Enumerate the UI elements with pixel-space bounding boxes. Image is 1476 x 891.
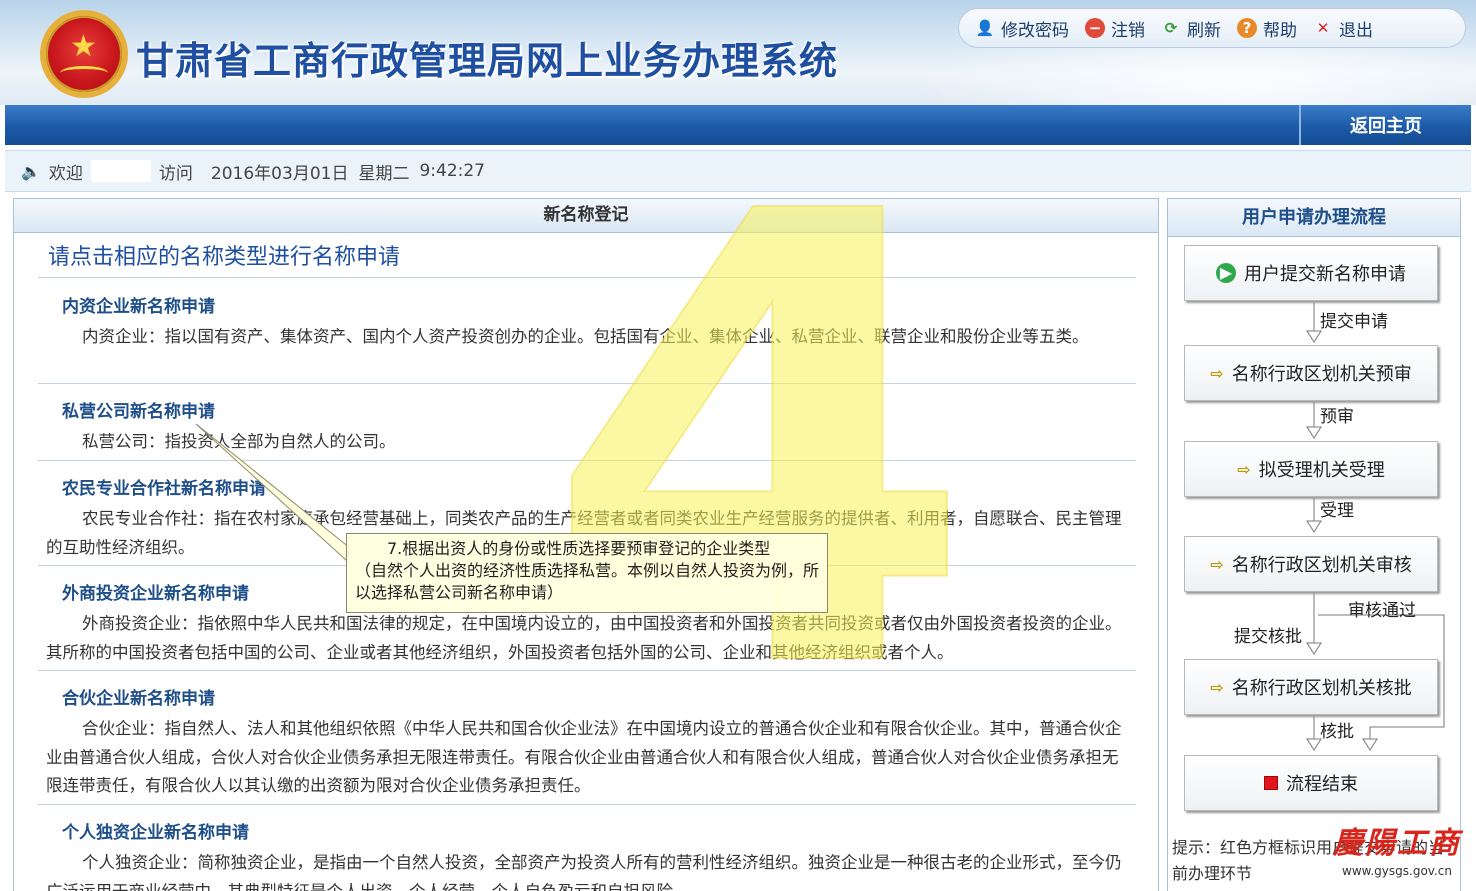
app-title: 甘肃省工商行政管理局网上业务办理系统 xyxy=(136,39,839,83)
private-company-link[interactable]: 私营公司新名称申请 xyxy=(62,397,215,422)
farmer-cooperative-link[interactable]: 农民专业合作社新名称申请 xyxy=(62,474,266,499)
home-link[interactable]: 返回主页 xyxy=(1299,105,1471,145)
logout-button[interactable]: − 注销 xyxy=(1085,16,1145,41)
change-password-button[interactable]: 👤 修改密码 xyxy=(975,16,1069,41)
app-header: ★ 甘肃省工商行政管理局网上业务办理系统 👤 修改密码 − 注销 ⟳ 刷新 ? … xyxy=(0,0,1476,105)
foreign-investment-desc: 外商投资企业：指依照中华人民共和国法律的规定，在中国境内设立的，由中国投资者和外… xyxy=(46,614,1122,662)
divider xyxy=(38,383,1136,384)
arrow-icon: ⇨ xyxy=(1210,677,1224,697)
divider xyxy=(38,277,1136,278)
speaker-icon: 🔈 xyxy=(21,161,41,181)
welcome-time: 9:42:27 xyxy=(419,161,485,181)
divider xyxy=(38,460,1136,461)
nav-bar: 返回主页 xyxy=(5,105,1471,145)
flow-label-review-passed: 审核通过 xyxy=(1348,601,1416,621)
welcome-visit: 访问 xyxy=(158,163,193,184)
flow-label-accept: 受理 xyxy=(1320,501,1354,521)
flow-label-pre-review: 预审 xyxy=(1320,407,1354,427)
user-name-redacted xyxy=(90,160,151,182)
private-company-desc: 私营公司：指投资人全部为自然人的公司。 xyxy=(82,432,396,451)
domestic-enterprise-link[interactable]: 内资企业新名称申请 xyxy=(62,292,215,317)
user-key-icon: 👤 xyxy=(975,19,995,37)
welcome-greet: 欢迎 xyxy=(48,163,83,184)
national-emblem-icon: ★ xyxy=(40,10,128,98)
stop-icon xyxy=(1264,776,1278,790)
foreign-investment-link[interactable]: 外商投资企业新名称申请 xyxy=(62,579,249,604)
sole-proprietorship-link[interactable]: 个人独资企业新名称申请 xyxy=(62,818,249,843)
flow-label-submit-approval: 提交核批 xyxy=(1234,627,1302,647)
site-logo-url: www.gysgs.gov.cn xyxy=(1342,864,1452,878)
divider xyxy=(38,804,1136,805)
callout-line-1: 7.根据出资人的身份或性质选择要预审登记的企业类型 xyxy=(387,539,771,558)
arrow-icon: ⇨ xyxy=(1210,363,1224,383)
help-button[interactable]: ? 帮助 xyxy=(1237,16,1297,41)
flow-label-approve: 核批 xyxy=(1320,722,1354,742)
flow-step-pre-review: ⇨ 名称行政区划机关预审 xyxy=(1184,345,1438,401)
site-logo-text: 慶陽工商 xyxy=(1333,826,1461,861)
site-logo: 慶陽工商 www.gysgs.gov.cn xyxy=(1322,818,1472,888)
welcome-date: 2016年03月01日 xyxy=(210,163,349,184)
welcome-weekday: 星期二 xyxy=(358,163,410,184)
flow-step-end: 流程结束 xyxy=(1184,755,1438,811)
play-icon: ▶ xyxy=(1216,263,1236,283)
partnership-enterprise-desc: 合伙企业：指自然人、法人和其他组织依照《中华人民共和国合伙企业法》在中国境内设立… xyxy=(46,719,1122,795)
panel-title: 新名称登记 xyxy=(14,199,1158,233)
domestic-enterprise-desc: 内资企业：指以国有资产、集体资产、国内个人资产投资创办的企业。包括国有企业、集体… xyxy=(82,327,1089,346)
application-flow-panel: 用户申请办理流程 ▶ 用户提交新名称申请 提交申请 ⇨ 名称行政区划机关预审 预… xyxy=(1167,198,1461,891)
flow-step-accept: ⇨ 拟受理机关受理 xyxy=(1184,441,1438,497)
divider xyxy=(38,670,1136,671)
partnership-enterprise-link[interactable]: 合伙企业新名称申请 xyxy=(62,684,215,709)
flow-label-submit: 提交申请 xyxy=(1320,312,1388,332)
refresh-button[interactable]: ⟳ 刷新 xyxy=(1161,16,1221,41)
logout-icon: − xyxy=(1085,18,1105,38)
instruction-callout: 7.根据出资人的身份或性质选择要预审登记的企业类型 （自然个人出资的经济性质选择… xyxy=(346,533,828,613)
help-icon: ? xyxy=(1237,18,1257,38)
exit-button[interactable]: ✕ 退出 xyxy=(1313,16,1373,41)
flow-step-review: ⇨ 名称行政区划机关审核 xyxy=(1184,536,1438,592)
flow-step-approve: ⇨ 名称行政区划机关核批 xyxy=(1184,659,1438,715)
arrow-icon: ⇨ xyxy=(1237,459,1251,479)
callout-line-2: （自然个人出资的经济性质选择私营。本例以自然人投资为例，所以选择私营公司新名称申… xyxy=(355,561,820,602)
sole-proprietorship-desc: 个人独资企业：简称独资企业，是指由一个自然人投资，全部资产为投资人所有的营利性经… xyxy=(46,853,1122,891)
welcome-bar: 🔈 欢迎 访问 2016年03月01日 星期二 9:42:27 xyxy=(5,150,1471,192)
arrow-icon: ⇨ xyxy=(1210,554,1224,574)
top-toolbar: 👤 修改密码 − 注销 ⟳ 刷新 ? 帮助 ✕ 退出 xyxy=(958,8,1466,48)
flow-step-submit: ▶ 用户提交新名称申请 xyxy=(1184,245,1438,301)
exit-icon: ✕ xyxy=(1316,19,1330,37)
refresh-icon: ⟳ xyxy=(1164,19,1178,37)
select-type-prompt: 请点击相应的名称类型进行名称申请 xyxy=(48,245,401,270)
